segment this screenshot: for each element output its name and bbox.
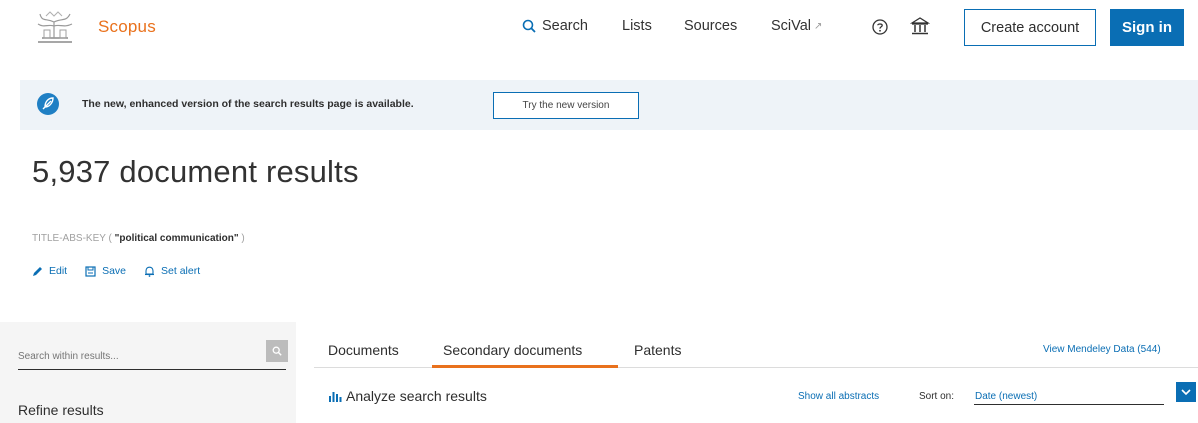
- save-icon: [85, 265, 96, 277]
- feather-icon: [37, 93, 59, 115]
- edit-button[interactable]: Edit: [32, 265, 67, 277]
- search-icon: [522, 19, 536, 33]
- nav-search-label: Search: [542, 18, 588, 34]
- elsevier-logo-icon[interactable]: [32, 8, 78, 46]
- external-link-icon: ↗: [814, 20, 823, 32]
- nav-sources[interactable]: Sources: [684, 18, 737, 34]
- institution-icon[interactable]: [910, 16, 930, 36]
- refine-results-heading: Refine results: [18, 402, 104, 418]
- query-prefix: TITLE-ABS-KEY (: [32, 233, 112, 244]
- tab-patents[interactable]: Patents: [634, 342, 681, 358]
- banner-message: The new, enhanced version of the search …: [82, 98, 414, 110]
- chevron-down-icon: [1181, 389, 1191, 395]
- view-mendeley-data-link[interactable]: View Mendeley Data (544): [1043, 344, 1161, 355]
- sort-label: Sort on:: [919, 391, 955, 402]
- analyze-label: Analyze search results: [346, 388, 487, 404]
- nav-search[interactable]: Search: [522, 18, 588, 34]
- new-version-banner: The new, enhanced version of the search …: [20, 80, 1198, 130]
- show-all-abstracts-link[interactable]: Show all abstracts: [798, 391, 879, 402]
- search-within-input[interactable]: [18, 346, 248, 366]
- search-icon: [272, 346, 282, 356]
- sort-value: Date (newest): [975, 391, 1038, 402]
- search-within-button[interactable]: [266, 340, 288, 362]
- sign-in-button[interactable]: Sign in: [1110, 9, 1184, 46]
- page-title: 5,937 document results: [32, 154, 359, 189]
- active-tab-indicator: [432, 365, 618, 368]
- try-new-version-button[interactable]: Try the new version: [493, 92, 639, 119]
- refine-sidebar: Refine results: [0, 322, 296, 423]
- search-within-box: [18, 340, 288, 370]
- edit-label: Edit: [49, 265, 68, 277]
- nav-scival-label: SciVal: [771, 18, 812, 34]
- search-actions: Edit Save Set alert: [32, 265, 218, 277]
- set-alert-button[interactable]: Set alert: [144, 265, 200, 277]
- top-header: Scopus Search Lists Sources SciVal ↗ Cre…: [0, 0, 1198, 58]
- results-panel: Documents Secondary documents Patents Vi…: [314, 322, 1198, 423]
- create-account-button[interactable]: Create account: [964, 9, 1096, 46]
- analyze-search-results-link[interactable]: Analyze search results: [328, 388, 487, 404]
- result-tabs: Documents Secondary documents Patents Vi…: [314, 322, 1198, 368]
- bell-icon: [145, 266, 155, 277]
- bar-chart-icon: [329, 392, 342, 402]
- search-query: TITLE-ABS-KEY ( "political communication…: [32, 233, 245, 244]
- save-button[interactable]: Save: [85, 265, 126, 277]
- nav-scival[interactable]: SciVal ↗: [771, 18, 822, 34]
- query-suffix: ): [241, 233, 245, 244]
- set-alert-label: Set alert: [161, 265, 201, 277]
- pencil-icon: [33, 266, 42, 276]
- query-term: "political communication": [114, 233, 239, 244]
- help-icon[interactable]: [871, 18, 889, 36]
- sort-dropdown-button[interactable]: [1176, 382, 1196, 402]
- nav-lists[interactable]: Lists: [622, 18, 652, 34]
- scopus-brand[interactable]: Scopus: [98, 17, 156, 37]
- save-label: Save: [102, 265, 127, 277]
- sort-select[interactable]: Date (newest): [974, 389, 1164, 405]
- tab-secondary-documents[interactable]: Secondary documents: [443, 342, 582, 358]
- tab-documents[interactable]: Documents: [328, 342, 399, 358]
